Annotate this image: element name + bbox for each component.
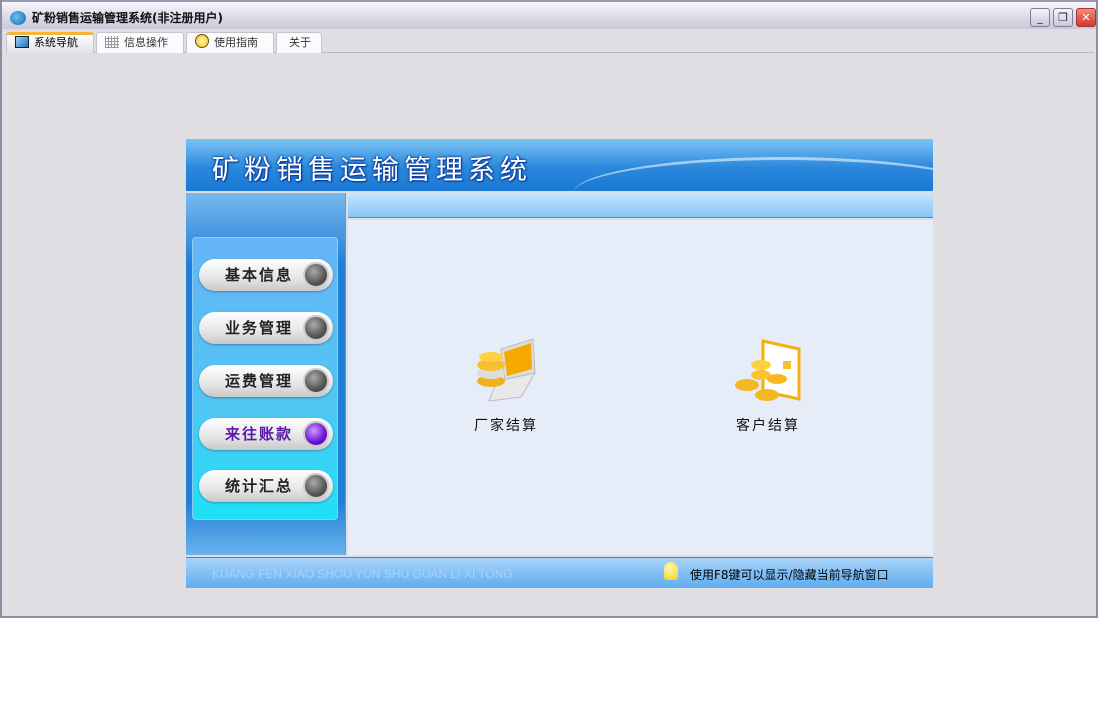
side-nav: 基本信息 业务管理 运费管理 来往账款 统计汇总 — [186, 193, 346, 555]
nav-accounts[interactable]: 来往账款 — [199, 418, 333, 450]
title-bar: 矿粉销售运输管理系统(非注册用户) _ ❐ ✕ — [2, 0, 1096, 29]
navigation-panel: 矿粉销售运输管理系统 基本信息 业务管理 运费管理 来往账款 统计汇总 厂家结算… — [186, 139, 933, 588]
indicator-icon — [303, 315, 329, 341]
item-label: 厂家结算 — [474, 418, 538, 434]
app-window: 矿粉销售运输管理系统(非注册用户) _ ❐ ✕ 系统导航 信息操作 使用指南 关… — [0, 0, 1098, 618]
monitor-icon — [15, 36, 29, 48]
restore-button[interactable]: ❐ — [1053, 8, 1073, 27]
tab-about[interactable]: 关于 — [276, 32, 322, 53]
tab-user-guide[interactable]: 使用指南 — [186, 32, 274, 53]
panel-footer: KUANG FEN XIAO SHOU YUN SHU GUAN LI XI T… — [186, 557, 933, 588]
factory-settlement[interactable]: 厂家结算 — [436, 335, 576, 435]
nav-business-mgmt[interactable]: 业务管理 — [199, 312, 333, 344]
indicator-icon — [303, 473, 329, 499]
help-icon — [195, 34, 209, 48]
nav-freight-mgmt[interactable]: 运费管理 — [199, 365, 333, 397]
app-icon — [10, 11, 26, 25]
minimize-button[interactable]: _ — [1030, 8, 1050, 27]
nav-button-group: 基本信息 业务管理 运费管理 来往账款 统计汇总 — [192, 237, 338, 520]
card-coins-icon — [735, 339, 801, 401]
tab-label: 系统导航 — [34, 36, 78, 49]
panel-header: 矿粉销售运输管理系统 — [186, 139, 933, 191]
nav-label: 统计汇总 — [225, 477, 294, 495]
hint-text: 使用F8键可以显示/隐藏当前导航窗口 — [690, 568, 889, 582]
nav-label: 运费管理 — [225, 372, 294, 390]
grid-icon — [105, 36, 119, 48]
indicator-icon — [303, 262, 329, 288]
tab-info-ops[interactable]: 信息操作 — [96, 32, 184, 53]
tab-system-nav[interactable]: 系统导航 — [6, 32, 94, 53]
indicator-icon — [303, 421, 329, 447]
tab-label: 使用指南 — [214, 36, 258, 49]
panel-title: 矿粉销售运输管理系统 — [212, 155, 532, 186]
close-button[interactable]: ✕ — [1076, 8, 1096, 27]
customer-settlement[interactable]: 客户结算 — [698, 335, 838, 435]
lightbulb-icon — [664, 562, 678, 580]
content-header-bar — [348, 193, 933, 218]
indicator-icon — [303, 368, 329, 394]
nav-label: 业务管理 — [225, 319, 294, 337]
nav-label: 来往账款 — [225, 425, 294, 443]
tab-bar: 系统导航 信息操作 使用指南 关于 — [6, 31, 1094, 53]
laptop-coins-icon — [477, 338, 536, 402]
item-label: 客户结算 — [736, 418, 800, 434]
pinyin-caption: KUANG FEN XIAO SHOU YUN SHU GUAN LI XI T… — [212, 567, 513, 581]
nav-label: 基本信息 — [225, 266, 294, 284]
tab-label: 信息操作 — [124, 36, 168, 49]
content-area: 厂家结算 客户结算 — [348, 220, 933, 555]
nav-statistics[interactable]: 统计汇总 — [199, 470, 333, 502]
window-title: 矿粉销售运输管理系统(非注册用户) — [32, 11, 223, 25]
nav-basic-info[interactable]: 基本信息 — [199, 259, 333, 291]
